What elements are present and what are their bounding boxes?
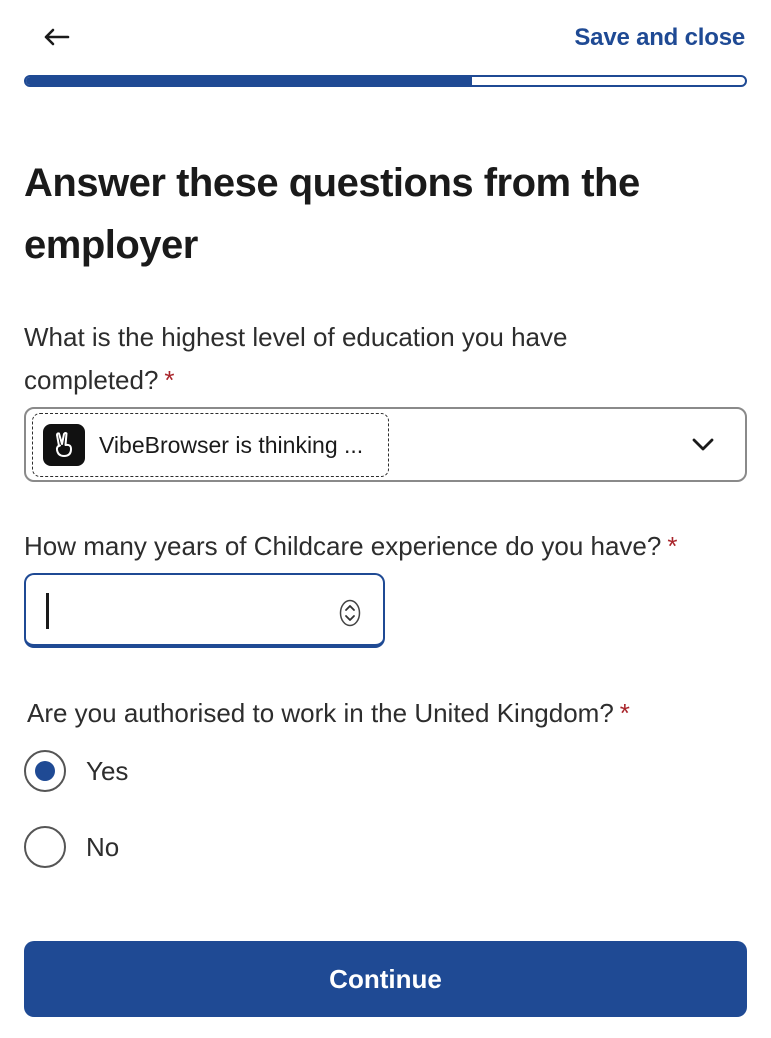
experience-question-label: How many years of Childcare experience d… <box>24 525 754 568</box>
experience-years-input[interactable] <box>24 573 385 648</box>
application-page: Save and close Answer these questions fr… <box>0 0 771 1038</box>
save-and-close-link[interactable]: Save and close <box>574 24 745 52</box>
victory-hand-icon <box>43 424 85 466</box>
education-question-label: What is the highest level of education y… <box>24 316 664 402</box>
required-mark: * <box>164 365 175 395</box>
radio-button-no[interactable] <box>24 826 66 868</box>
required-mark: * <box>667 531 678 561</box>
radio-label-yes: Yes <box>86 755 129 786</box>
page-title: Answer these questions from the employer <box>24 161 640 267</box>
radio-label-no: No <box>86 831 120 862</box>
chevron-down-icon <box>692 438 714 451</box>
arrow-left-icon <box>44 28 70 46</box>
experience-question-text: How many years of Childcare experience d… <box>24 531 662 561</box>
continue-button[interactable]: Continue <box>24 941 747 1017</box>
authorisation-question-text: Are you authorised to work in the United… <box>27 698 614 728</box>
radio-button-yes[interactable] <box>24 750 66 792</box>
required-mark: * <box>619 698 630 728</box>
education-select[interactable]: VibeBrowser is thinking ... <box>24 407 747 482</box>
radio-option-yes[interactable]: Yes <box>24 750 128 792</box>
radio-option-no[interactable]: No <box>24 826 119 868</box>
authorisation-question-label: Are you authorised to work in the United… <box>27 692 757 735</box>
vibebrowser-thinking-text: VibeBrowser is thinking ... <box>99 431 364 458</box>
stepper-icon[interactable] <box>339 599 361 627</box>
vibebrowser-thinking-overlay: VibeBrowser is thinking ... <box>32 413 389 477</box>
progress-fill <box>26 77 472 85</box>
progress-bar <box>24 75 747 87</box>
education-question-text: What is the highest level of education y… <box>24 322 568 395</box>
text-caret <box>46 593 49 629</box>
radio-selected-dot <box>35 761 55 781</box>
back-button[interactable] <box>38 22 74 52</box>
